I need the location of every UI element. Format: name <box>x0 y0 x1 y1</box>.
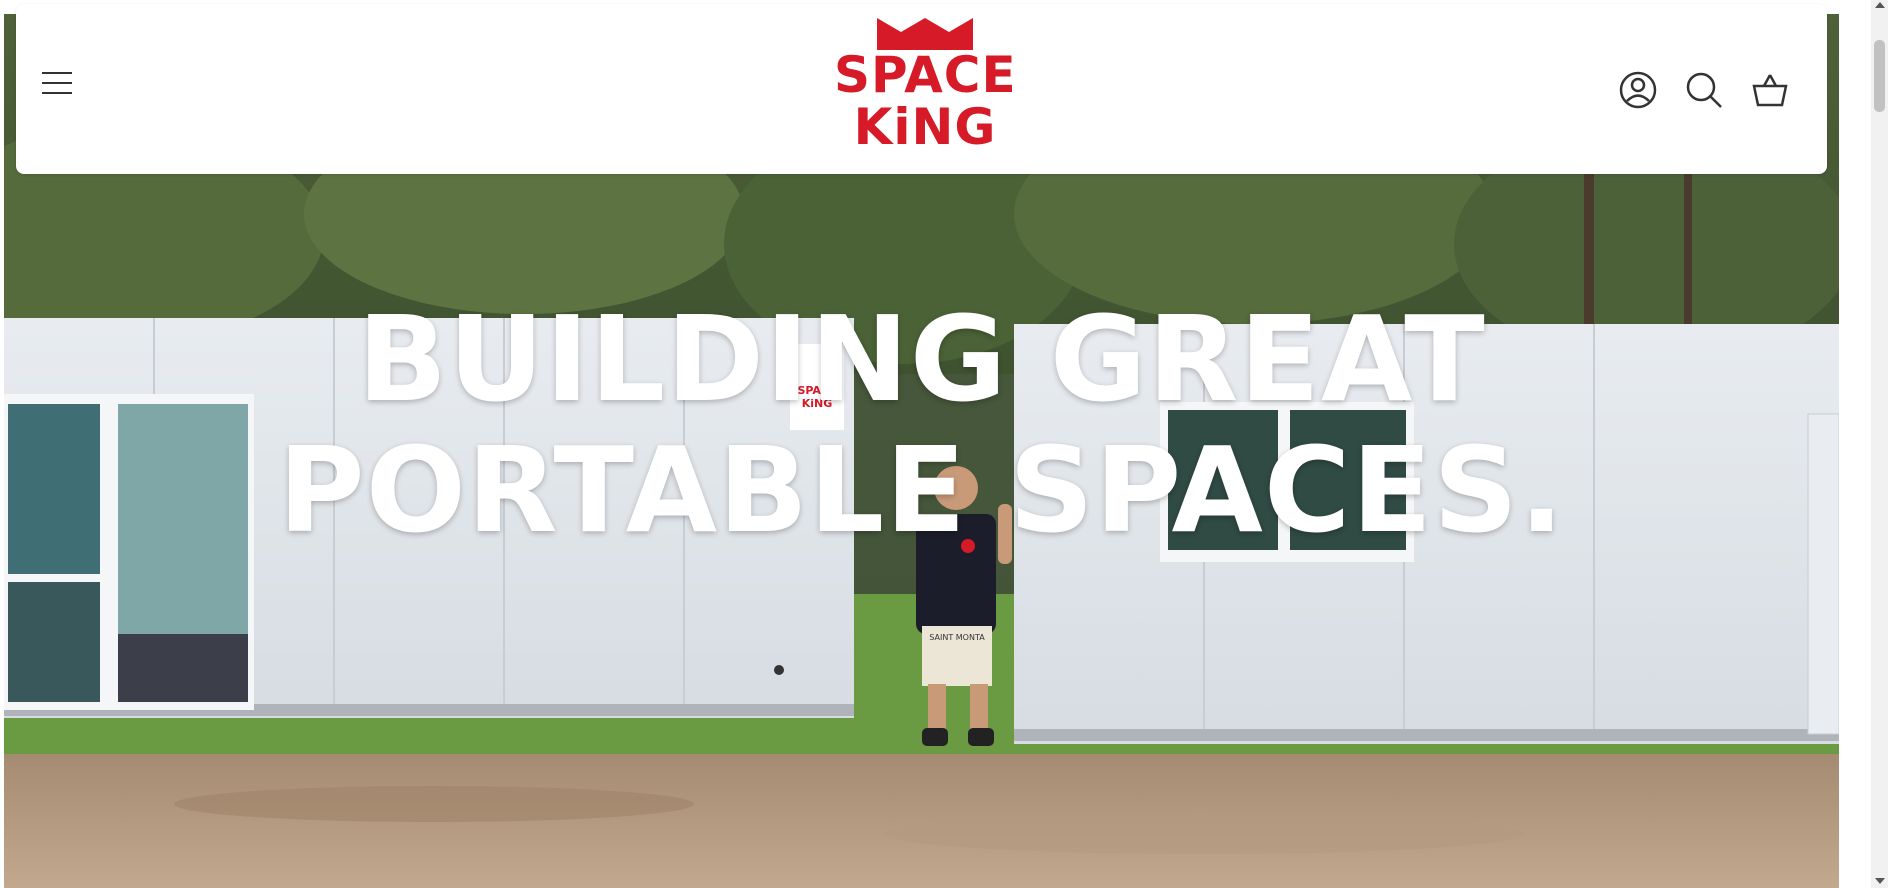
hero-headline-line2: PORTABLE SPACES. <box>278 421 1565 559</box>
svg-text:SAINT MONTA: SAINT MONTA <box>929 633 985 642</box>
basket-icon[interactable] <box>1750 70 1790 110</box>
hero-headline-line1: BUILDING GREAT <box>357 290 1486 428</box>
page-scrollbar[interactable] <box>1871 0 1888 888</box>
site-logo[interactable]: SPACE KiNG <box>834 18 1016 164</box>
hamburger-menu-icon[interactable] <box>42 70 74 96</box>
logo-text-line2: KiNG <box>853 98 997 156</box>
logo-text-line1: SPACE <box>834 46 1017 104</box>
account-icon[interactable] <box>1618 70 1658 110</box>
scrollbar-thumb[interactable] <box>1874 40 1885 112</box>
search-icon[interactable] <box>1684 70 1724 110</box>
scroll-up-arrow-icon[interactable] <box>1875 2 1885 8</box>
scroll-down-arrow-icon[interactable] <box>1875 878 1885 884</box>
site-header: SPACE KiNG <box>16 4 1827 174</box>
